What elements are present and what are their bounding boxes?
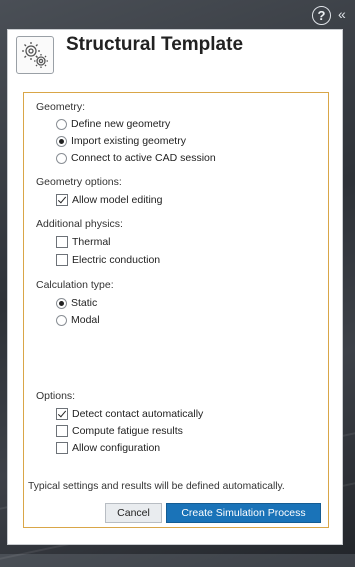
radio-modal[interactable]: Modal [56, 312, 100, 328]
panel-title: Structural Template [66, 34, 244, 55]
radio-label: Static [71, 297, 98, 309]
help-icon[interactable]: ? [312, 6, 331, 25]
checkbox-label: Compute fatigue results [72, 425, 183, 437]
checkbox-compute-fatigue[interactable]: Compute fatigue results [56, 423, 183, 439]
calculation-type-label: Calculation type: [36, 279, 114, 291]
checkbox-label: Allow model editing [72, 194, 163, 206]
cancel-button[interactable]: Cancel [105, 503, 162, 523]
footer-note: Typical settings and results will be def… [28, 481, 285, 492]
radio-button[interactable] [56, 135, 67, 147]
checkbox[interactable] [56, 254, 68, 266]
checkbox[interactable] [56, 236, 68, 248]
radio-import-existing-geometry[interactable]: Import existing geometry [56, 133, 186, 149]
checkbox-electric-conduction[interactable]: Electric conduction [56, 252, 160, 268]
checkbox-label: Allow configuration [72, 442, 161, 454]
checkbox[interactable] [56, 442, 68, 454]
checkbox-allow-model-editing[interactable]: Allow model editing [56, 192, 162, 208]
collapse-panel-icon[interactable]: « [338, 7, 346, 22]
radio-button[interactable] [56, 314, 67, 326]
radio-button[interactable] [56, 118, 67, 130]
radio-static[interactable]: Static [56, 295, 97, 311]
radio-label: Define new geometry [71, 118, 171, 130]
template-panel: Structural Template Geometry: Define new… [7, 29, 343, 545]
checkbox-allow-configuration[interactable]: Allow configuration [56, 440, 160, 456]
checkbox-thermal[interactable]: Thermal [56, 234, 111, 250]
radio-label: Connect to active CAD session [71, 152, 216, 164]
radio-button[interactable] [56, 297, 67, 309]
checkbox[interactable] [56, 408, 68, 420]
additional-physics-label: Additional physics: [36, 218, 123, 230]
geometry-options-label: Geometry options: [36, 176, 122, 188]
checkbox[interactable] [56, 425, 68, 437]
radio-button[interactable] [56, 152, 67, 164]
checkbox[interactable] [56, 194, 68, 206]
geometry-label: Geometry: [36, 101, 86, 113]
top-bar: ? « [0, 0, 355, 30]
checkbox-label: Electric conduction [72, 254, 161, 266]
checkbox-label: Thermal [72, 236, 111, 248]
create-simulation-process-button[interactable]: Create Simulation Process [166, 503, 321, 523]
gears-icon [16, 36, 54, 74]
checkbox-label: Detect contact automatically [72, 408, 204, 420]
radio-connect-cad-session[interactable]: Connect to active CAD session [56, 150, 216, 166]
radio-label: Import existing geometry [71, 135, 186, 147]
options-label: Options: [36, 390, 76, 402]
radio-define-new-geometry[interactable]: Define new geometry [56, 116, 170, 132]
radio-label: Modal [71, 314, 100, 326]
checkbox-detect-contact[interactable]: Detect contact automatically [56, 406, 203, 422]
